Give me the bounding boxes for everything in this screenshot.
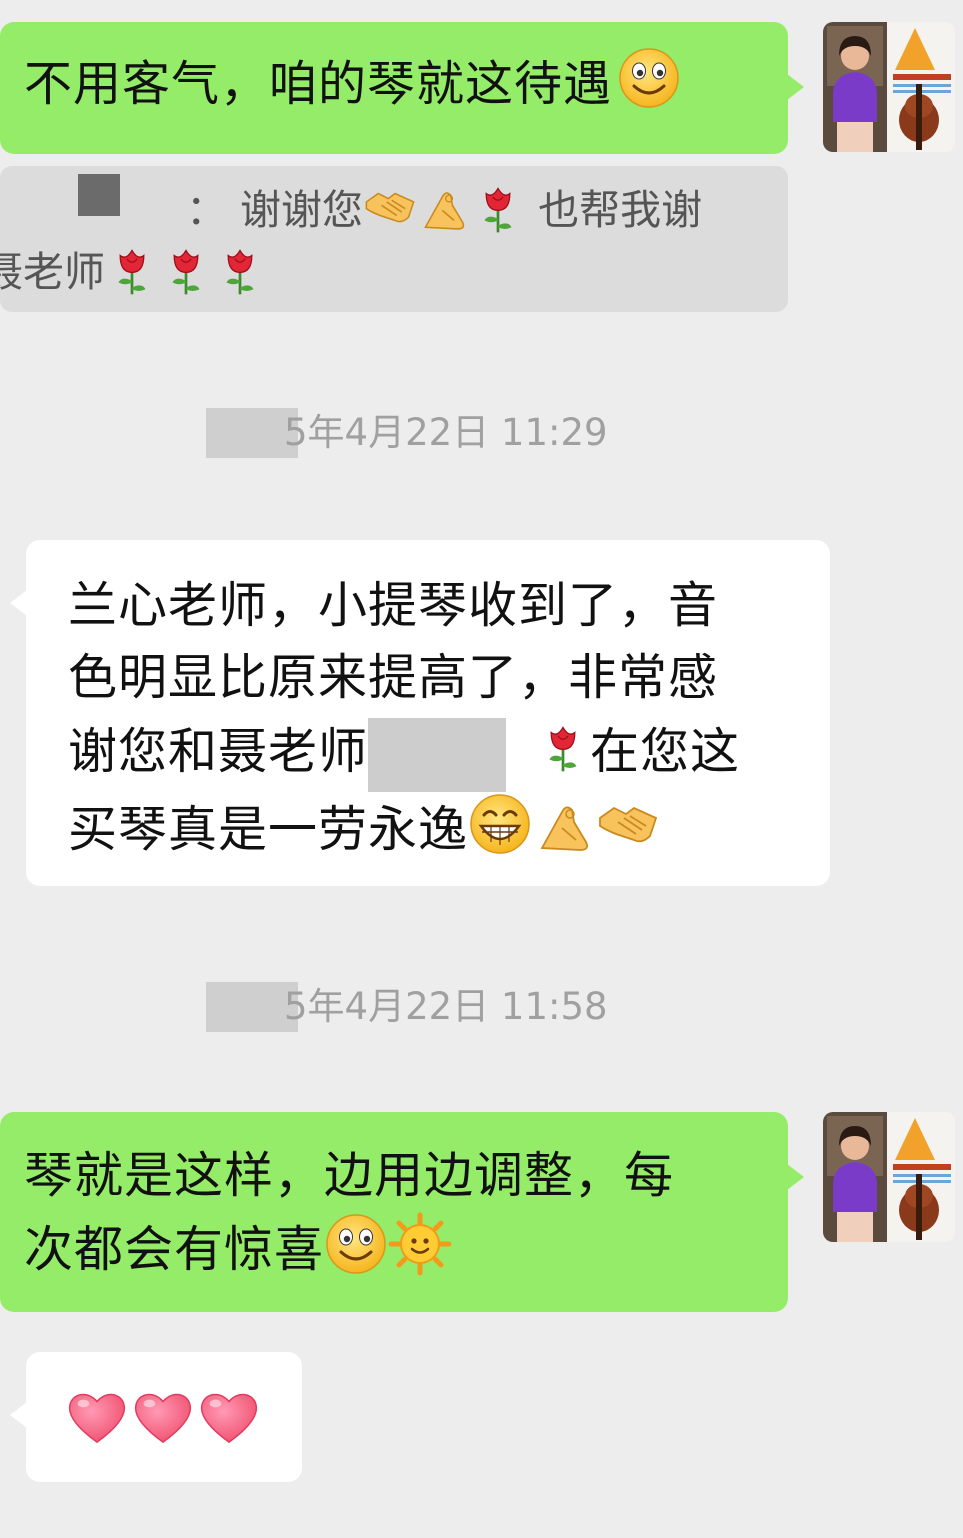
quote-text-line2: 聂老师: [0, 248, 105, 296]
incoming-message-bubble[interactable]: 兰心老师，小提琴收到了，音 色明显比原来提高了，非常感 谢您和聂老师 在您这 买琴…: [10, 540, 830, 886]
ok-hand-icon: [424, 192, 465, 230]
timestamp: 5年4月22日 11:29: [284, 411, 608, 454]
grinning-face-icon: [469, 793, 531, 854]
rose-icon: [483, 187, 513, 234]
redacted-name: [78, 174, 120, 216]
rose-icon: [171, 249, 201, 296]
outgoing-message-bubble[interactable]: 不用客气，咱的琴就这待遇: [0, 22, 804, 154]
outgoing-message-bubble[interactable]: 琴就是这样，边用边调整，每 次都会有惊喜: [0, 1112, 804, 1312]
rose-icon: [225, 249, 255, 296]
avatar[interactable]: [823, 22, 955, 152]
handshake-icon: [599, 806, 657, 842]
smiling-face-icon: [618, 47, 680, 109]
smiling-face-icon: [325, 1213, 387, 1275]
heart-icon: [200, 1393, 258, 1443]
message-text-segment: 买琴真是一劳永逸: [68, 800, 469, 858]
message-text-segment: 次都会有惊喜: [24, 1221, 325, 1278]
quote-text: 谢谢您: [240, 186, 364, 234]
avatar[interactable]: [823, 1112, 955, 1242]
message-text-line: 色明显比原来提高了，非常感: [68, 649, 719, 706]
message-text-segment: 在您这: [590, 723, 741, 780]
quoted-message[interactable]: ： 谢谢您 也帮我谢 聂老师: [0, 166, 788, 312]
message-text: 不用客气，咱的琴就这待遇: [24, 56, 613, 112]
redacted-content: [368, 717, 507, 792]
rose-icon: [548, 726, 578, 773]
rose-icon: [117, 249, 147, 296]
sun-face-icon: [388, 1212, 452, 1276]
quote-text-continued: 也帮我谢: [538, 186, 703, 234]
ok-hand-icon: [541, 806, 589, 851]
message-text-segment: 谢您和聂老师: [68, 723, 369, 780]
quote-separator: ：: [186, 186, 227, 234]
message-text-line: 兰心老师，小提琴收到了，音: [68, 577, 719, 634]
incoming-message-bubble[interactable]: [10, 1352, 302, 1482]
timestamp: 5年4月22日 11:58: [284, 985, 608, 1028]
handshake-icon: [365, 192, 415, 223]
message-text-line: 琴就是这样，边用边调整，每: [24, 1147, 675, 1204]
heart-icon: [68, 1393, 126, 1443]
heart-icon: [134, 1393, 192, 1443]
chat-area: 不用客气，咱的琴就这待遇 ： 谢谢您 也帮我谢 聂老师 5年4月22日 11:2…: [0, 0, 963, 1538]
